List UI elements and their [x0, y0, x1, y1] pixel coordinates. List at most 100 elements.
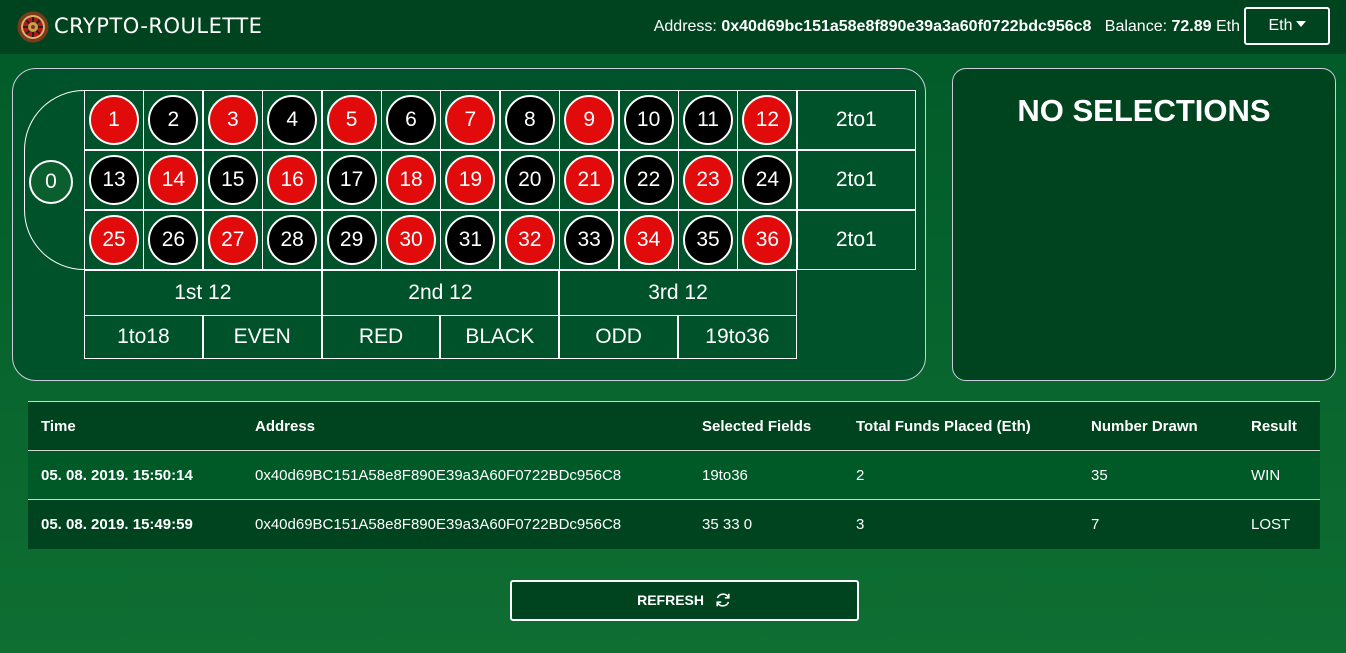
refresh-button[interactable]: REFRESH: [510, 580, 859, 621]
number-ball-10: 10: [623, 95, 674, 145]
currency-dropdown-button[interactable]: Eth: [1244, 7, 1330, 45]
account-info: Address: 0x40d69bc151a58e8f890e39a3a60f0…: [654, 18, 1240, 36]
row-number-drawn: 35: [1091, 467, 1108, 484]
number-ball-29: 29: [326, 215, 377, 265]
number-ball-5: 5: [326, 95, 377, 145]
number-field-25[interactable]: 25: [84, 210, 144, 270]
refresh-icon: [716, 593, 730, 607]
number-field-9[interactable]: 9: [559, 90, 620, 150]
number-ball-16: 16: [267, 155, 318, 205]
number-ball-12: 12: [742, 95, 793, 145]
high-bet[interactable]: 19to36: [678, 315, 797, 359]
number-ball-13: 13: [89, 155, 139, 205]
number-ball-24: 24: [742, 155, 793, 205]
number-field-16[interactable]: 16: [262, 150, 323, 210]
number-ball-35: 35: [683, 215, 733, 265]
number-ball-18: 18: [386, 155, 436, 205]
refresh-label: REFRESH: [637, 592, 704, 608]
number-field-23[interactable]: 23: [678, 150, 738, 210]
number-field-27[interactable]: 27: [202, 210, 263, 270]
number-field-24[interactable]: 24: [737, 150, 798, 210]
number-field-32[interactable]: 32: [499, 210, 560, 270]
navbar: CRYPTO-ROULETTE Address: 0x40d69bc151a58…: [0, 0, 1346, 54]
number-field-30[interactable]: 30: [381, 210, 441, 270]
selection-panel: NO SELECTIONS: [952, 68, 1336, 381]
header-total-funds: Total Funds Placed (Eth): [856, 418, 1031, 435]
number-field-4[interactable]: 4: [262, 90, 323, 150]
number-field-15[interactable]: 15: [202, 150, 263, 210]
number-field-10[interactable]: 10: [618, 90, 679, 150]
number-field-12[interactable]: 12: [737, 90, 798, 150]
table-row: 05. 08. 2019. 15:50:14 0x40d69BC151A58e8…: [28, 451, 1320, 500]
header-selected-fields: Selected Fields: [702, 418, 812, 435]
number-field-17[interactable]: 17: [321, 150, 382, 210]
low-bet[interactable]: 1to18: [84, 315, 203, 359]
number-field-33[interactable]: 33: [559, 210, 620, 270]
number-field-6[interactable]: 6: [381, 90, 441, 150]
number-field-18[interactable]: 18: [381, 150, 441, 210]
number-ball-23: 23: [683, 155, 733, 205]
number-ball-9: 9: [564, 95, 615, 145]
number-field-11[interactable]: 11: [678, 90, 738, 150]
number-ball-28: 28: [267, 215, 318, 265]
number-field-5[interactable]: 5: [321, 90, 382, 150]
number-ball-7: 7: [445, 95, 496, 145]
number-field-26[interactable]: 26: [143, 210, 204, 270]
number-ball-1: 1: [89, 95, 139, 145]
number-ball-33: 33: [564, 215, 615, 265]
table-row: 05. 08. 2019. 15:49:59 0x40d69BC151A58e8…: [28, 500, 1320, 549]
number-field-3[interactable]: 3: [202, 90, 263, 150]
number-field-1[interactable]: 1: [84, 90, 144, 150]
number-field-34[interactable]: 34: [618, 210, 679, 270]
address-label: Address:: [653, 18, 717, 35]
caret-down-icon: [1295, 21, 1306, 28]
selection-title: NO SELECTIONS: [1017, 93, 1271, 128]
odd-bet[interactable]: ODD: [559, 315, 678, 359]
number-field-22[interactable]: 22: [618, 150, 679, 210]
number-field-31[interactable]: 31: [440, 210, 501, 270]
number-ball-0: 0: [29, 160, 73, 204]
row-result: LOST: [1251, 516, 1291, 533]
number-field-7[interactable]: 7: [440, 90, 501, 150]
even-bet[interactable]: EVEN: [202, 315, 322, 359]
balance-unit: Eth: [1215, 18, 1240, 35]
red-bet[interactable]: RED: [321, 315, 441, 359]
history-header-row: Time Address Selected Fields Total Funds…: [28, 401, 1320, 451]
number-field-13[interactable]: 13: [84, 150, 144, 210]
dozen-bet-2[interactable]: 2nd 12: [321, 270, 560, 316]
number-field-21[interactable]: 21: [559, 150, 620, 210]
number-field-28[interactable]: 28: [262, 210, 323, 270]
number-ball-11: 11: [683, 95, 733, 145]
number-field-14[interactable]: 14: [143, 150, 204, 210]
black-bet[interactable]: BLACK: [440, 315, 560, 359]
history-table: Time Address Selected Fields Total Funds…: [28, 401, 1320, 549]
number-field-29[interactable]: 29: [321, 210, 382, 270]
number-field-36[interactable]: 36: [737, 210, 798, 270]
number-ball-19: 19: [445, 155, 496, 205]
number-field-19[interactable]: 19: [440, 150, 501, 210]
number-field-2[interactable]: 2: [143, 90, 204, 150]
address-value: 0x40d69bc151a58e8f890e39a3a60f0722bdc956…: [721, 18, 1092, 35]
number-ball-6: 6: [386, 95, 436, 145]
number-field-8[interactable]: 8: [499, 90, 560, 150]
number-field-35[interactable]: 35: [678, 210, 738, 270]
zero-field[interactable]: 0: [24, 90, 85, 270]
row-total-funds: 3: [856, 516, 865, 533]
dozen-bet-3[interactable]: 3rd 12: [559, 270, 797, 316]
number-ball-21: 21: [564, 155, 615, 205]
currency-label: Eth: [1268, 17, 1293, 34]
column-bet-2[interactable]: 2to1: [796, 150, 916, 210]
column-bet-3[interactable]: 2to1: [796, 210, 916, 270]
column-bet-1[interactable]: 2to1: [796, 90, 916, 150]
balance-label: Balance:: [1104, 18, 1168, 35]
number-ball-27: 27: [207, 215, 258, 265]
brand-title[interactable]: CRYPTO-ROULETTE: [54, 14, 262, 38]
number-ball-22: 22: [623, 155, 674, 205]
balance-value: 72.89: [1171, 18, 1212, 35]
number-field-20[interactable]: 20: [499, 150, 560, 210]
row-number-drawn: 7: [1091, 516, 1100, 533]
row-time: 05. 08. 2019. 15:50:14: [41, 467, 193, 484]
dozen-bet-1[interactable]: 1st 12: [84, 270, 322, 316]
header-address: Address: [255, 418, 316, 435]
row-total-funds: 2: [856, 467, 865, 484]
